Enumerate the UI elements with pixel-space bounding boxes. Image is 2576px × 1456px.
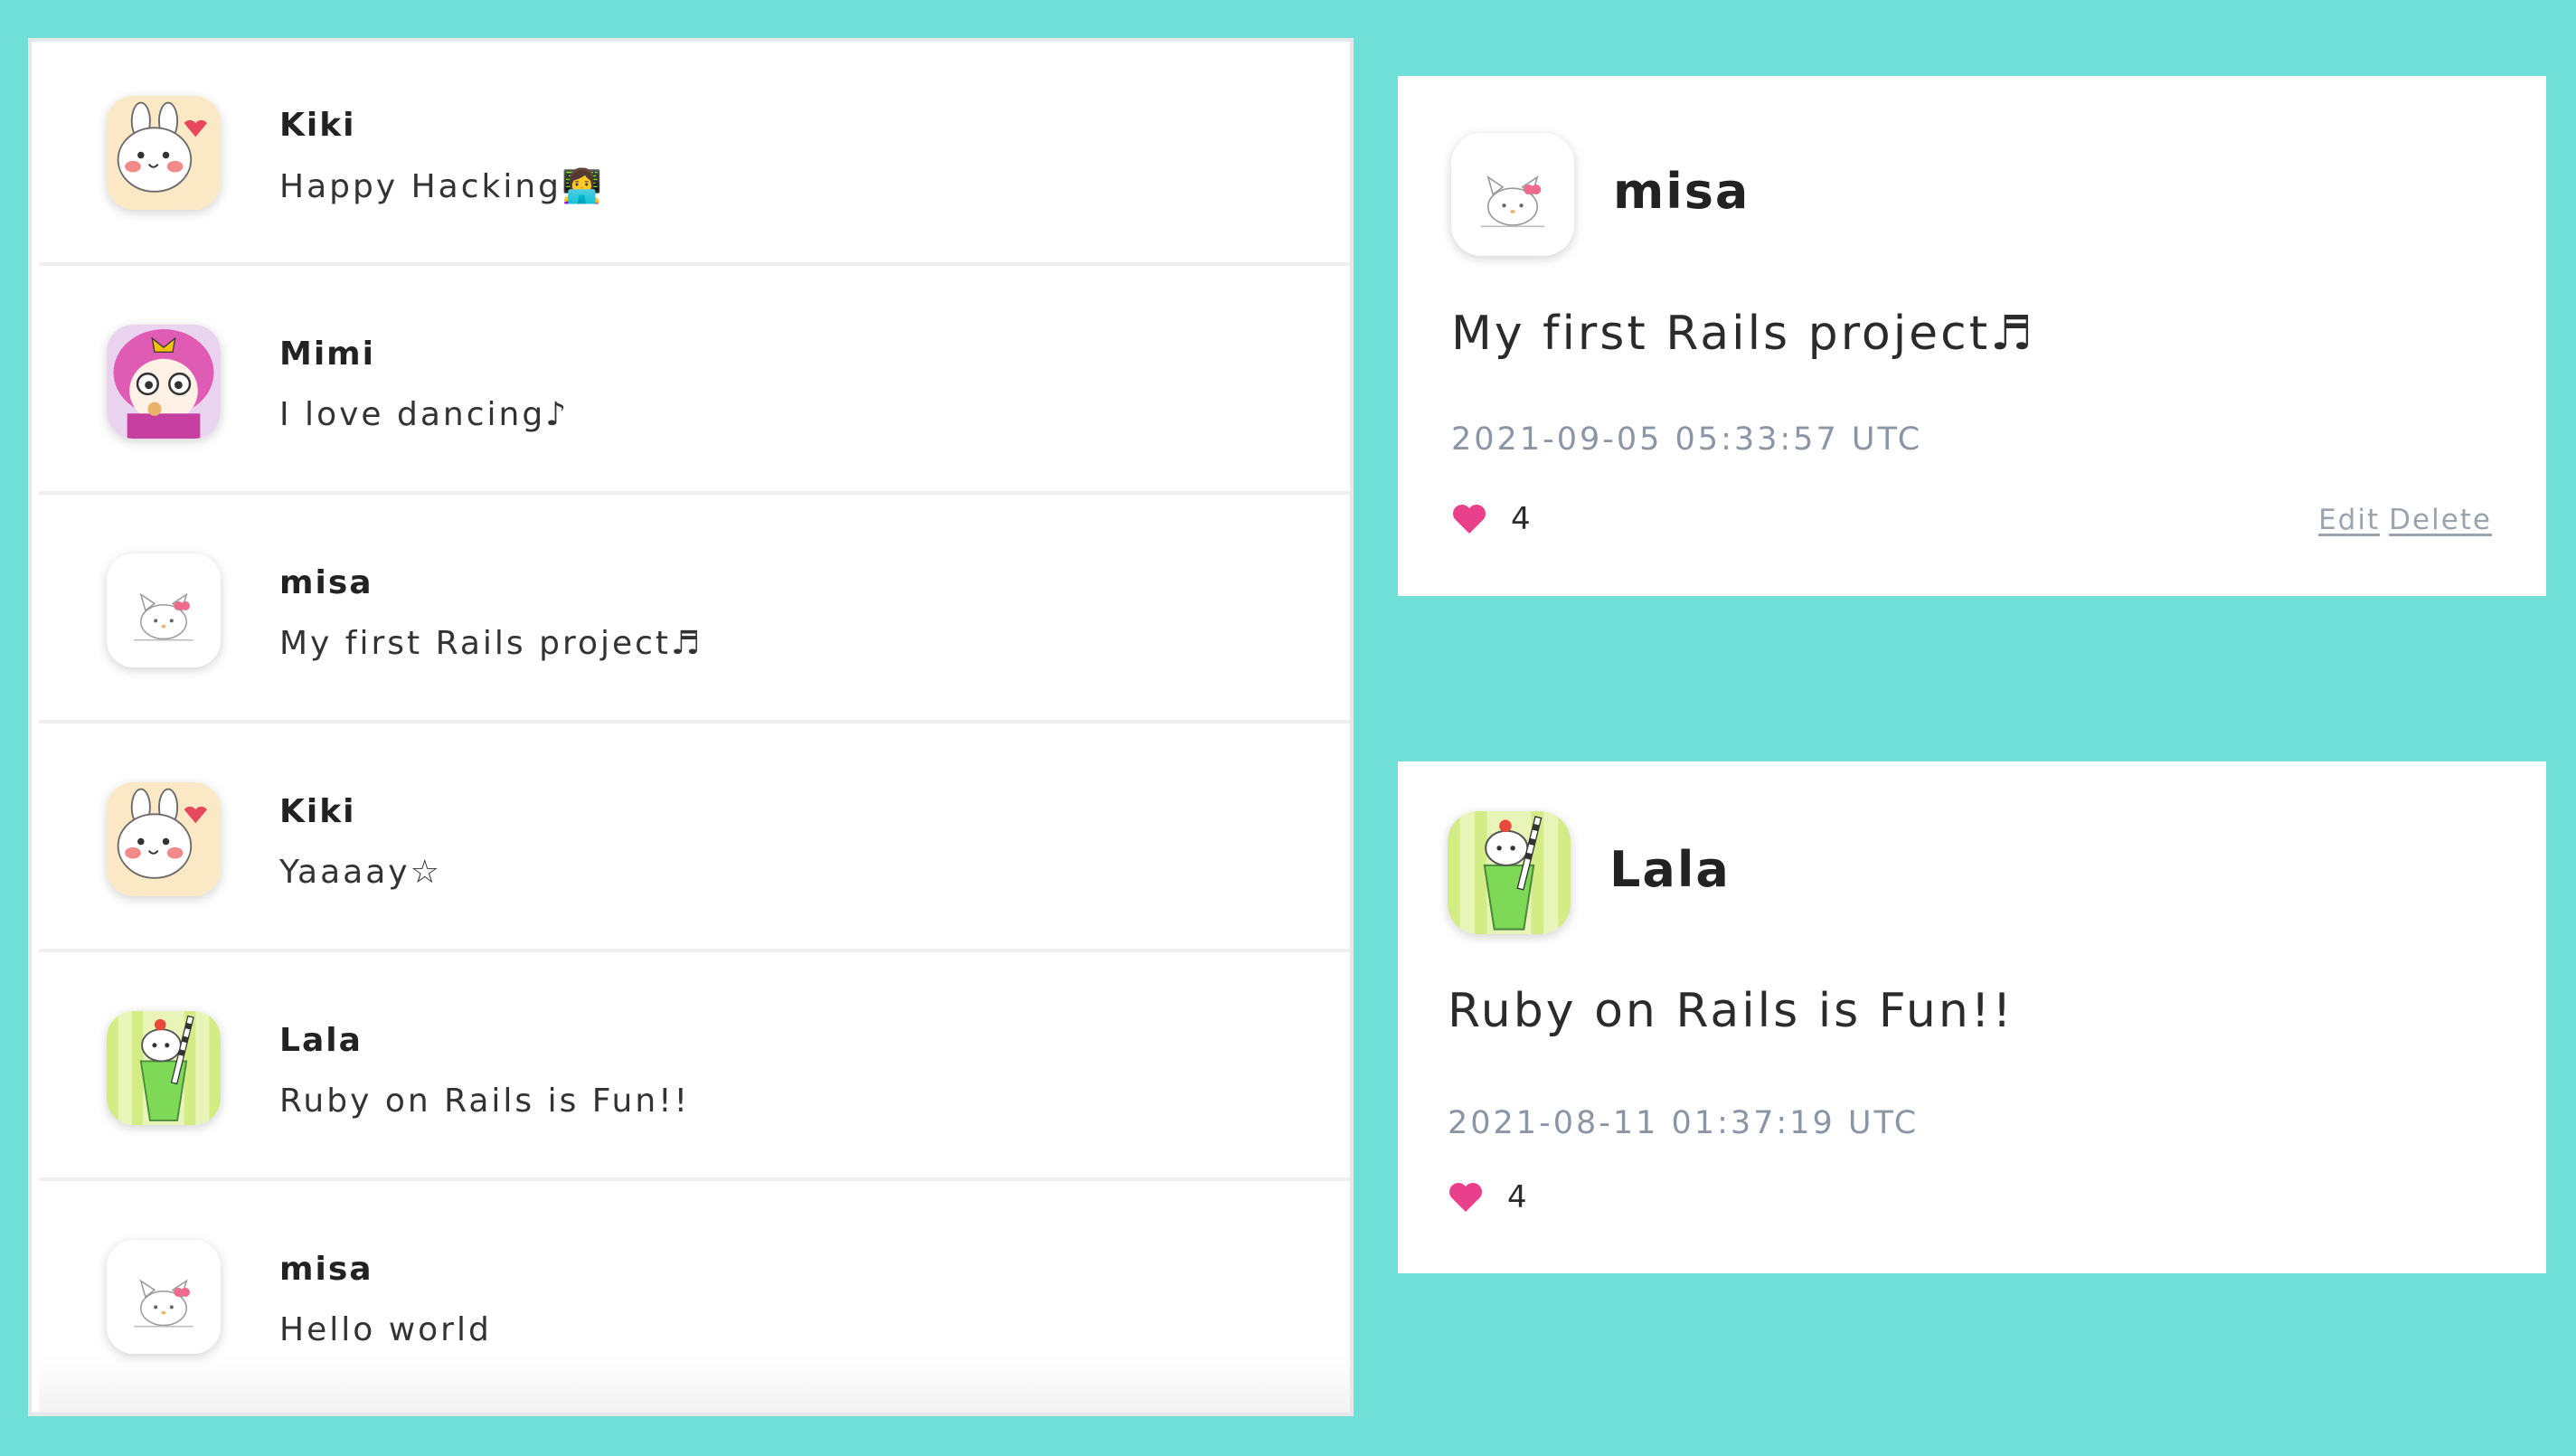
feed-item[interactable]: Mimi I love dancing♪ (39, 270, 1350, 495)
feed-user-name[interactable]: Kiki (279, 793, 356, 830)
feed-item[interactable]: misa Hello world (39, 1186, 1350, 1413)
post-content: My first Rails project♬ (1451, 307, 2035, 361)
feed-user-name[interactable]: Mimi (279, 336, 375, 373)
melon-soda-avatar-icon[interactable] (1448, 811, 1571, 934)
pink-hair-avatar-icon[interactable] (107, 325, 221, 439)
post-actions: Edit Delete (2318, 504, 2492, 536)
heart-icon[interactable] (1451, 503, 1487, 535)
post-content: Ruby on Rails is Fun!! (1448, 984, 2015, 1038)
delete-link[interactable]: Delete (2389, 504, 2492, 536)
post-author-name[interactable]: Lala (1609, 841, 1731, 898)
like-count: 4 (1507, 1179, 1527, 1215)
feed-item[interactable]: Kiki Happy Hacking👩‍💻 (39, 42, 1350, 266)
edit-link[interactable]: Edit (2318, 504, 2380, 536)
like-section: 4 (1448, 1179, 1527, 1215)
feed-user-name[interactable]: Lala (279, 1022, 363, 1059)
bunny-avatar-icon[interactable] (107, 96, 221, 210)
feed-post-content[interactable]: Hello world (279, 1311, 492, 1348)
kitty-avatar-icon[interactable] (107, 1240, 221, 1354)
feed-post-content[interactable]: Yaaaay☆ (279, 854, 442, 891)
kitty-avatar-icon[interactable] (1451, 133, 1574, 256)
post-detail-card: misa My first Rails project♬ 2021-09-05 … (1398, 76, 2546, 596)
post-detail-card: Lala Ruby on Rails is Fun!! 2021-08-11 0… (1398, 761, 2546, 1273)
feed-post-content[interactable]: I love dancing♪ (279, 396, 569, 433)
feed-post-content[interactable]: Ruby on Rails is Fun!! (279, 1083, 690, 1120)
feed-post-content[interactable]: Happy Hacking👩‍💻 (279, 167, 605, 205)
heart-icon[interactable] (1448, 1181, 1484, 1214)
melon-soda-avatar-icon[interactable] (107, 1011, 221, 1125)
kitty-avatar-icon[interactable] (107, 553, 221, 667)
post-author-name[interactable]: misa (1613, 163, 1750, 220)
post-timestamp: 2021-08-11 01:37:19 UTC (1448, 1105, 1920, 1141)
feed-item[interactable]: Kiki Yaaaay☆ (39, 728, 1350, 952)
like-section: 4 (1451, 501, 1531, 537)
bunny-avatar-icon[interactable] (107, 782, 221, 896)
feed-post-content[interactable]: My first Rails project♬ (279, 625, 703, 662)
post-feed-list: Kiki Happy Hacking👩‍💻 Mimi I love dancin… (28, 38, 1354, 1416)
feed-user-name[interactable]: Kiki (279, 107, 356, 144)
feed-item[interactable]: misa My first Rails project♬ (39, 499, 1350, 723)
post-timestamp: 2021-09-05 05:33:57 UTC (1451, 421, 1923, 458)
like-count: 4 (1511, 501, 1531, 537)
feed-user-name[interactable]: misa (279, 564, 373, 601)
feed-item[interactable]: Lala Ruby on Rails is Fun!! (39, 957, 1350, 1181)
feed-user-name[interactable]: misa (279, 1251, 373, 1288)
